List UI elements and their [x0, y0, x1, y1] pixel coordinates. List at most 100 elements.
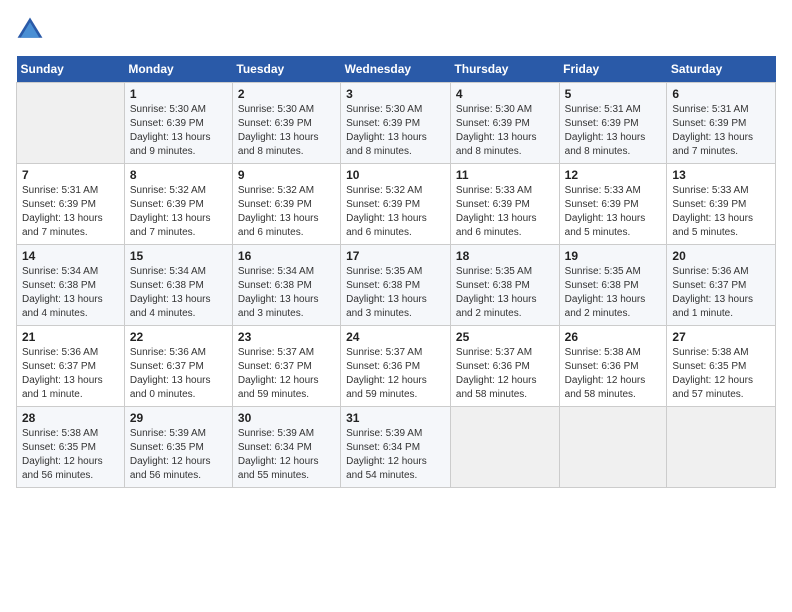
day-detail: Sunrise: 5:36 AMSunset: 6:37 PMDaylight:…: [22, 346, 119, 402]
day-number: 12: [565, 168, 662, 182]
day-number: 24: [346, 330, 445, 344]
day-detail: Sunrise: 5:30 AMSunset: 6:39 PMDaylight:…: [456, 103, 554, 159]
day-detail: Sunrise: 5:37 AMSunset: 6:36 PMDaylight:…: [456, 346, 554, 402]
day-detail: Sunrise: 5:33 AMSunset: 6:39 PMDaylight:…: [456, 184, 554, 240]
day-number: 17: [346, 249, 445, 263]
day-number: 19: [565, 249, 662, 263]
weekday-header-friday: Friday: [559, 56, 667, 83]
day-number: 8: [130, 168, 227, 182]
day-detail: Sunrise: 5:39 AMSunset: 6:35 PMDaylight:…: [130, 427, 227, 483]
calendar-cell: 5 Sunrise: 5:31 AMSunset: 6:39 PMDayligh…: [559, 83, 667, 164]
day-number: 28: [22, 411, 119, 425]
day-detail: Sunrise: 5:39 AMSunset: 6:34 PMDaylight:…: [346, 427, 445, 483]
day-detail: Sunrise: 5:34 AMSunset: 6:38 PMDaylight:…: [130, 265, 227, 321]
calendar-cell: 20 Sunrise: 5:36 AMSunset: 6:37 PMDaylig…: [667, 245, 776, 326]
calendar-cell: 10 Sunrise: 5:32 AMSunset: 6:39 PMDaylig…: [341, 164, 451, 245]
day-number: 26: [565, 330, 662, 344]
day-detail: Sunrise: 5:30 AMSunset: 6:39 PMDaylight:…: [346, 103, 445, 159]
logo: [16, 16, 48, 44]
day-number: 10: [346, 168, 445, 182]
calendar-cell: 4 Sunrise: 5:30 AMSunset: 6:39 PMDayligh…: [450, 83, 559, 164]
calendar-cell: 25 Sunrise: 5:37 AMSunset: 6:36 PMDaylig…: [450, 326, 559, 407]
day-detail: Sunrise: 5:34 AMSunset: 6:38 PMDaylight:…: [238, 265, 335, 321]
day-detail: Sunrise: 5:35 AMSunset: 6:38 PMDaylight:…: [565, 265, 662, 321]
day-detail: Sunrise: 5:33 AMSunset: 6:39 PMDaylight:…: [672, 184, 770, 240]
day-detail: Sunrise: 5:39 AMSunset: 6:34 PMDaylight:…: [238, 427, 335, 483]
day-number: 23: [238, 330, 335, 344]
day-detail: Sunrise: 5:38 AMSunset: 6:36 PMDaylight:…: [565, 346, 662, 402]
calendar-cell: 19 Sunrise: 5:35 AMSunset: 6:38 PMDaylig…: [559, 245, 667, 326]
calendar-cell: 17 Sunrise: 5:35 AMSunset: 6:38 PMDaylig…: [341, 245, 451, 326]
day-number: 2: [238, 87, 335, 101]
calendar-cell: 2 Sunrise: 5:30 AMSunset: 6:39 PMDayligh…: [232, 83, 340, 164]
day-number: 14: [22, 249, 119, 263]
calendar-cell: 24 Sunrise: 5:37 AMSunset: 6:36 PMDaylig…: [341, 326, 451, 407]
calendar-cell: 11 Sunrise: 5:33 AMSunset: 6:39 PMDaylig…: [450, 164, 559, 245]
day-number: 22: [130, 330, 227, 344]
calendar-cell: 12 Sunrise: 5:33 AMSunset: 6:39 PMDaylig…: [559, 164, 667, 245]
calendar-cell: 23 Sunrise: 5:37 AMSunset: 6:37 PMDaylig…: [232, 326, 340, 407]
day-number: 3: [346, 87, 445, 101]
calendar-week-5: 28 Sunrise: 5:38 AMSunset: 6:35 PMDaylig…: [17, 407, 776, 488]
day-detail: Sunrise: 5:37 AMSunset: 6:37 PMDaylight:…: [238, 346, 335, 402]
day-detail: Sunrise: 5:35 AMSunset: 6:38 PMDaylight:…: [456, 265, 554, 321]
day-detail: Sunrise: 5:32 AMSunset: 6:39 PMDaylight:…: [346, 184, 445, 240]
day-number: 30: [238, 411, 335, 425]
day-number: 13: [672, 168, 770, 182]
day-detail: Sunrise: 5:31 AMSunset: 6:39 PMDaylight:…: [672, 103, 770, 159]
day-detail: Sunrise: 5:30 AMSunset: 6:39 PMDaylight:…: [238, 103, 335, 159]
calendar-cell: 3 Sunrise: 5:30 AMSunset: 6:39 PMDayligh…: [341, 83, 451, 164]
calendar-cell: 14 Sunrise: 5:34 AMSunset: 6:38 PMDaylig…: [17, 245, 125, 326]
calendar-cell: 21 Sunrise: 5:36 AMSunset: 6:37 PMDaylig…: [17, 326, 125, 407]
weekday-header-sunday: Sunday: [17, 56, 125, 83]
day-detail: Sunrise: 5:32 AMSunset: 6:39 PMDaylight:…: [238, 184, 335, 240]
day-detail: Sunrise: 5:38 AMSunset: 6:35 PMDaylight:…: [22, 427, 119, 483]
calendar-cell: 29 Sunrise: 5:39 AMSunset: 6:35 PMDaylig…: [124, 407, 232, 488]
calendar-cell: 1 Sunrise: 5:30 AMSunset: 6:39 PMDayligh…: [124, 83, 232, 164]
calendar-cell: 28 Sunrise: 5:38 AMSunset: 6:35 PMDaylig…: [17, 407, 125, 488]
day-detail: Sunrise: 5:32 AMSunset: 6:39 PMDaylight:…: [130, 184, 227, 240]
day-number: 1: [130, 87, 227, 101]
calendar-cell: 6 Sunrise: 5:31 AMSunset: 6:39 PMDayligh…: [667, 83, 776, 164]
calendar-table: SundayMondayTuesdayWednesdayThursdayFrid…: [16, 56, 776, 488]
day-number: 20: [672, 249, 770, 263]
weekday-header-wednesday: Wednesday: [341, 56, 451, 83]
day-detail: Sunrise: 5:37 AMSunset: 6:36 PMDaylight:…: [346, 346, 445, 402]
weekday-header-tuesday: Tuesday: [232, 56, 340, 83]
day-number: 9: [238, 168, 335, 182]
day-number: 5: [565, 87, 662, 101]
calendar-cell: 27 Sunrise: 5:38 AMSunset: 6:35 PMDaylig…: [667, 326, 776, 407]
day-detail: Sunrise: 5:36 AMSunset: 6:37 PMDaylight:…: [130, 346, 227, 402]
day-number: 7: [22, 168, 119, 182]
calendar-cell: 16 Sunrise: 5:34 AMSunset: 6:38 PMDaylig…: [232, 245, 340, 326]
day-number: 27: [672, 330, 770, 344]
calendar-week-3: 14 Sunrise: 5:34 AMSunset: 6:38 PMDaylig…: [17, 245, 776, 326]
calendar-cell: 9 Sunrise: 5:32 AMSunset: 6:39 PMDayligh…: [232, 164, 340, 245]
calendar-cell: 30 Sunrise: 5:39 AMSunset: 6:34 PMDaylig…: [232, 407, 340, 488]
day-number: 29: [130, 411, 227, 425]
day-number: 15: [130, 249, 227, 263]
calendar-week-1: 1 Sunrise: 5:30 AMSunset: 6:39 PMDayligh…: [17, 83, 776, 164]
day-detail: Sunrise: 5:31 AMSunset: 6:39 PMDaylight:…: [565, 103, 662, 159]
day-number: 25: [456, 330, 554, 344]
calendar-cell: 18 Sunrise: 5:35 AMSunset: 6:38 PMDaylig…: [450, 245, 559, 326]
weekday-header-thursday: Thursday: [450, 56, 559, 83]
logo-icon: [16, 16, 44, 44]
calendar-cell: [667, 407, 776, 488]
calendar-cell: 15 Sunrise: 5:34 AMSunset: 6:38 PMDaylig…: [124, 245, 232, 326]
calendar-cell: 26 Sunrise: 5:38 AMSunset: 6:36 PMDaylig…: [559, 326, 667, 407]
day-detail: Sunrise: 5:31 AMSunset: 6:39 PMDaylight:…: [22, 184, 119, 240]
page-header: [16, 16, 776, 44]
calendar-week-2: 7 Sunrise: 5:31 AMSunset: 6:39 PMDayligh…: [17, 164, 776, 245]
day-number: 18: [456, 249, 554, 263]
calendar-cell: 22 Sunrise: 5:36 AMSunset: 6:37 PMDaylig…: [124, 326, 232, 407]
day-detail: Sunrise: 5:34 AMSunset: 6:38 PMDaylight:…: [22, 265, 119, 321]
calendar-cell: 13 Sunrise: 5:33 AMSunset: 6:39 PMDaylig…: [667, 164, 776, 245]
calendar-cell: [559, 407, 667, 488]
day-detail: Sunrise: 5:33 AMSunset: 6:39 PMDaylight:…: [565, 184, 662, 240]
day-detail: Sunrise: 5:30 AMSunset: 6:39 PMDaylight:…: [130, 103, 227, 159]
day-number: 11: [456, 168, 554, 182]
calendar-week-4: 21 Sunrise: 5:36 AMSunset: 6:37 PMDaylig…: [17, 326, 776, 407]
day-detail: Sunrise: 5:36 AMSunset: 6:37 PMDaylight:…: [672, 265, 770, 321]
calendar-cell: 8 Sunrise: 5:32 AMSunset: 6:39 PMDayligh…: [124, 164, 232, 245]
